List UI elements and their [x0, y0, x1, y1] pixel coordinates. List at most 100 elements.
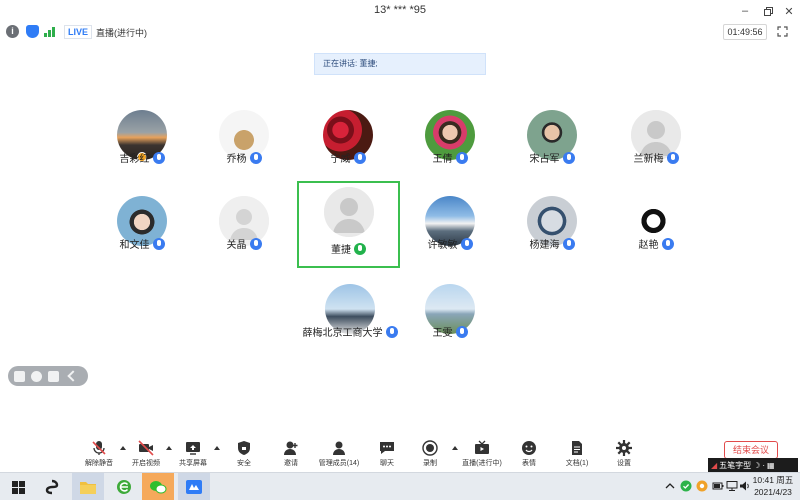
chat-bubble-icon[interactable]	[48, 370, 59, 382]
participant-tile[interactable]: 王倩	[400, 94, 500, 178]
participant-tile[interactable]: 赵艳	[606, 180, 706, 264]
record-icon	[422, 440, 438, 456]
taskbar-meeting-app[interactable]	[178, 473, 210, 500]
folder-icon	[80, 482, 96, 494]
tray-app-icon[interactable]	[680, 480, 692, 492]
live-badge: LIVE	[64, 25, 93, 39]
reaction-face-icon[interactable]	[31, 370, 42, 382]
tray-status-icon[interactable]	[696, 480, 708, 492]
mic-muted-icon	[92, 441, 106, 455]
participant-tile[interactable]: 关晶	[194, 180, 294, 264]
record-button[interactable]: 录制	[400, 440, 460, 468]
participant-tile[interactable]: 兰新梅	[606, 94, 706, 178]
participant-name: 吉彩红	[119, 154, 150, 165]
tray-expand-icon[interactable]	[664, 480, 676, 492]
start-button[interactable]	[2, 473, 34, 500]
info-icon[interactable]: i	[6, 25, 19, 38]
participant-name: 许敏敏	[427, 240, 458, 251]
clock-date: 2021/4/23	[754, 487, 792, 497]
floating-view-toolbar	[8, 366, 88, 386]
mic-icon	[152, 238, 165, 250]
maximize-button[interactable]	[757, 2, 779, 20]
participant-name: 王倩	[432, 154, 453, 165]
taskbar-file-explorer[interactable]	[72, 473, 104, 500]
taskbar-app-1[interactable]	[36, 473, 68, 500]
mic-icon	[249, 152, 262, 164]
settings-button[interactable]: 设置	[594, 440, 654, 468]
taskbar-browser[interactable]	[108, 473, 140, 500]
end-meeting-button[interactable]: 结束会议	[724, 441, 778, 459]
mic-icon	[385, 326, 398, 338]
participant-tile[interactable]: 宋占军	[502, 94, 602, 178]
taskbar-wechat[interactable]	[142, 473, 174, 500]
mic-icon	[455, 152, 468, 164]
signal-icon[interactable]	[44, 25, 58, 37]
add-user-icon	[284, 441, 298, 455]
participant-name: 宋占军	[529, 154, 560, 165]
participant-tile[interactable]: 许敏敏	[400, 180, 500, 264]
fullscreen-icon[interactable]	[777, 26, 788, 37]
ime-keyboard-icon[interactable]: ▦	[767, 461, 775, 470]
speaking-prefix: 正在讲话:	[323, 59, 360, 68]
ime-moon-icon[interactable]: ☽	[753, 461, 760, 470]
meeting-toolbar: 解除静音 开启视频 共享屏幕 安全 邀请 管理成员(14) 聊天 录制 直播(进…	[0, 436, 800, 472]
participant-name: 薛梅北京工商大学	[302, 328, 383, 339]
ime-toolbar: ◢ 五笔字型 ☽ · ▦	[708, 458, 798, 472]
battery-icon[interactable]	[712, 480, 724, 492]
participant-name: 王雯	[432, 328, 453, 339]
windows-taskbar: 10:41 周五 2021/4/23	[0, 472, 800, 500]
participant-name: 赵艳	[638, 240, 659, 251]
live-status: 直播(进行中)	[96, 28, 147, 38]
mic-icon	[353, 152, 366, 164]
participant-name: 杨建海	[529, 240, 560, 251]
share-screen-icon	[186, 442, 200, 455]
meeting-infobar: i LIVE 直播(进行中)	[0, 22, 800, 42]
video-off-icon	[138, 440, 154, 456]
clock-time: 10:41 周五	[752, 475, 794, 485]
ime-logo-icon[interactable]: ◢	[711, 461, 717, 470]
system-clock[interactable]: 10:41 周五 2021/4/23	[748, 474, 798, 498]
members-icon	[333, 441, 345, 455]
minimize-button[interactable]: –	[734, 2, 756, 20]
participant-name: 乔杨	[226, 154, 247, 165]
wechat-icon	[150, 481, 167, 494]
participant-tile[interactable]: 和文佳	[92, 180, 192, 264]
shield-icon[interactable]	[26, 25, 39, 38]
speaking-banner: 正在讲话: 董捷;	[314, 53, 486, 75]
participant-tile-active-speaker[interactable]: 董捷	[297, 181, 400, 268]
app-swirl-icon	[45, 479, 59, 495]
mic-icon	[661, 238, 674, 250]
document-icon	[572, 441, 582, 455]
participant-name: 和文佳	[119, 240, 150, 251]
participant-tile[interactable]: 吉彩红	[92, 94, 192, 178]
ime-label[interactable]: 五笔字型	[719, 460, 751, 471]
windows-logo-icon	[11, 480, 25, 494]
ime-punct-icon[interactable]: ·	[762, 461, 765, 470]
gallery-view-icon[interactable]	[14, 370, 25, 382]
participant-name: 宁威	[330, 154, 351, 165]
participant-tile[interactable]: 王雯	[400, 268, 500, 352]
mic-icon	[460, 238, 473, 250]
security-shield-icon	[238, 441, 250, 455]
window-titlebar: 13* *** *95 – ✕	[0, 0, 800, 22]
window-title: 13* *** *95	[374, 4, 426, 16]
mic-icon	[249, 238, 262, 250]
participant-name: 关晶	[226, 240, 247, 251]
collapse-arrow-icon[interactable]	[67, 370, 79, 382]
participant-tile[interactable]: 宁威	[298, 94, 398, 178]
speaking-name: 董捷;	[359, 59, 378, 68]
participant-tile[interactable]: 薛梅北京工商大学	[298, 268, 402, 352]
participant-tile[interactable]: 杨建海	[502, 180, 602, 264]
emoji-icon	[522, 441, 536, 455]
participant-name: 董捷	[331, 245, 351, 256]
close-window-button[interactable]: ✕	[778, 2, 800, 20]
mic-icon	[152, 152, 165, 164]
browser-e-icon	[117, 480, 131, 494]
mic-icon	[562, 152, 575, 164]
avatar	[323, 187, 374, 237]
chat-icon	[380, 442, 394, 454]
network-icon[interactable]	[726, 480, 738, 492]
gear-icon	[616, 440, 632, 456]
participant-tile[interactable]: 乔杨	[194, 94, 294, 178]
restore-icon	[763, 6, 773, 16]
